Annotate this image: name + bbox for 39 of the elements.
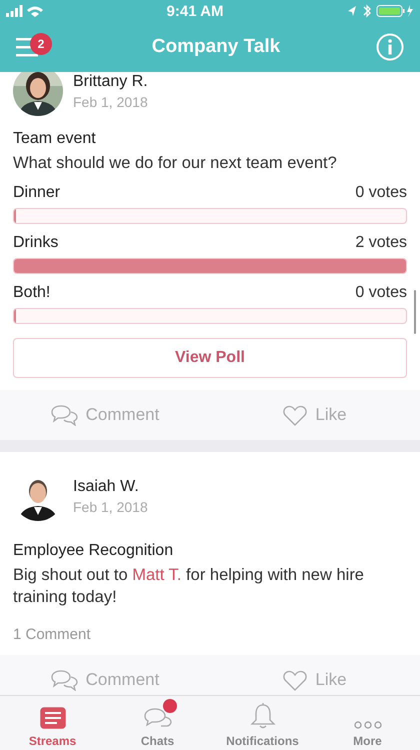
tab[interactable]: More [315,696,420,750]
poll-option-label: Both! [13,284,50,302]
heart-icon [283,670,308,690]
post-text: Big shout out to Matt T. for helping with new hire training today! [13,565,365,608]
app-title: Company Talk [152,36,280,58]
status-time: 9:41 AM [166,2,224,20]
notification-badge: 2 [30,33,52,55]
comment-count[interactable]: 1 Comment [13,626,407,643]
tab[interactable]: Notifications [210,696,315,750]
bell-icon [250,701,276,729]
view-poll-button[interactable]: View Poll [13,338,407,378]
comment-icon [50,669,78,691]
post-date: Feb 1, 2018 [73,498,148,514]
like-button[interactable]: Like [210,655,420,695]
signal-icon [6,5,46,17]
comment-button[interactable]: Comment [0,655,210,695]
more-icon [354,721,382,729]
author-name: Brittany R. [73,72,148,90]
comment-icon [50,404,78,426]
author-name: Isaiah W. [73,478,140,496]
scrollbar [414,290,416,334]
heart-icon [283,404,308,426]
post-date: Feb 1, 2018 [73,94,148,110]
post-title: Employee Recognition [13,542,174,560]
tab[interactable]: Streams [0,696,105,750]
vote-count: 0 votes [355,284,407,302]
like-button[interactable]: Like [210,390,420,440]
vote-count: 2 votes [355,234,407,252]
info-button[interactable] [376,33,404,61]
comment-button[interactable]: Comment [0,390,210,440]
post-text: What should we do for our next team event? [13,153,338,174]
vote-count: 0 votes [355,184,407,202]
poll-option-label: Dinner [13,184,60,202]
poll-option-label: Drinks [13,234,58,252]
post-title: Team event [13,130,97,148]
menu-button[interactable]: 2 [16,29,56,65]
tab[interactable]: Chats [105,696,210,750]
info-icon [376,33,404,61]
newspaper-icon [40,707,66,729]
